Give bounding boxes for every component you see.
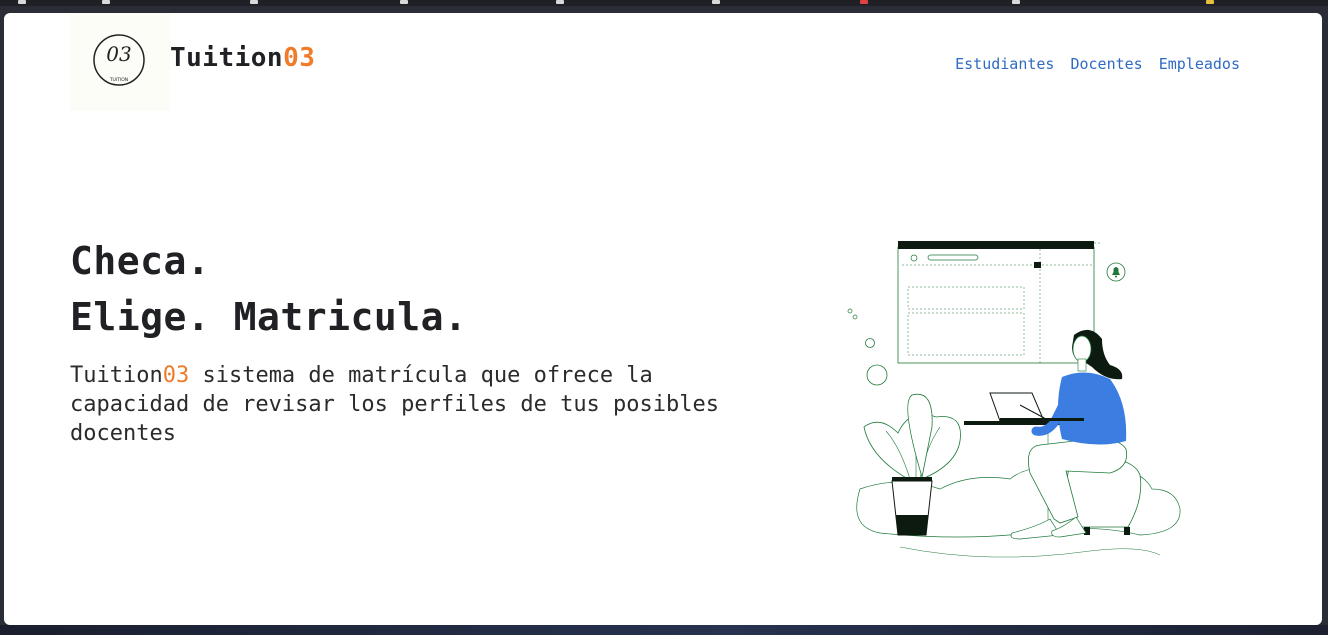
logo-mark: 03 TUITION — [93, 34, 145, 86]
os-top-strip — [0, 0, 1328, 6]
hero-description-accent: 03 — [162, 363, 190, 388]
hero-title-line-1: Checa. — [70, 239, 211, 283]
nav-link-docentes[interactable]: Docentes — [1070, 55, 1142, 73]
hero-title-line-2: Elige. Matricula. — [70, 295, 468, 339]
hero-description: Tuition03 sistema de matrícula que ofrec… — [70, 361, 730, 448]
woman-with-laptop-illustration — [847, 241, 1181, 558]
brand-name-accent: 03 — [283, 43, 316, 73]
svg-text:03: 03 — [106, 42, 131, 66]
bell-icon — [1106, 262, 1126, 282]
nav-link-estudiantes[interactable]: Estudiantes — [955, 55, 1054, 73]
browser-page: 03 TUITION Tuition03 Estudiantes Docente… — [4, 13, 1322, 625]
main-nav: Estudiantes Docentes Empleados — [955, 55, 1240, 73]
brand-name[interactable]: Tuition03 — [170, 43, 315, 73]
nav-link-empleados[interactable]: Empleados — [1159, 55, 1240, 73]
brand-logo[interactable]: 03 TUITION — [70, 13, 170, 111]
os-taskbar-edge — [0, 625, 1328, 635]
brand-name-prefix: Tuition — [170, 43, 284, 73]
hero-title: Checa. Elige. Matricula. — [70, 233, 467, 345]
svg-text:TUITION: TUITION — [109, 77, 128, 83]
hero-description-brand: Tuition — [70, 363, 163, 388]
